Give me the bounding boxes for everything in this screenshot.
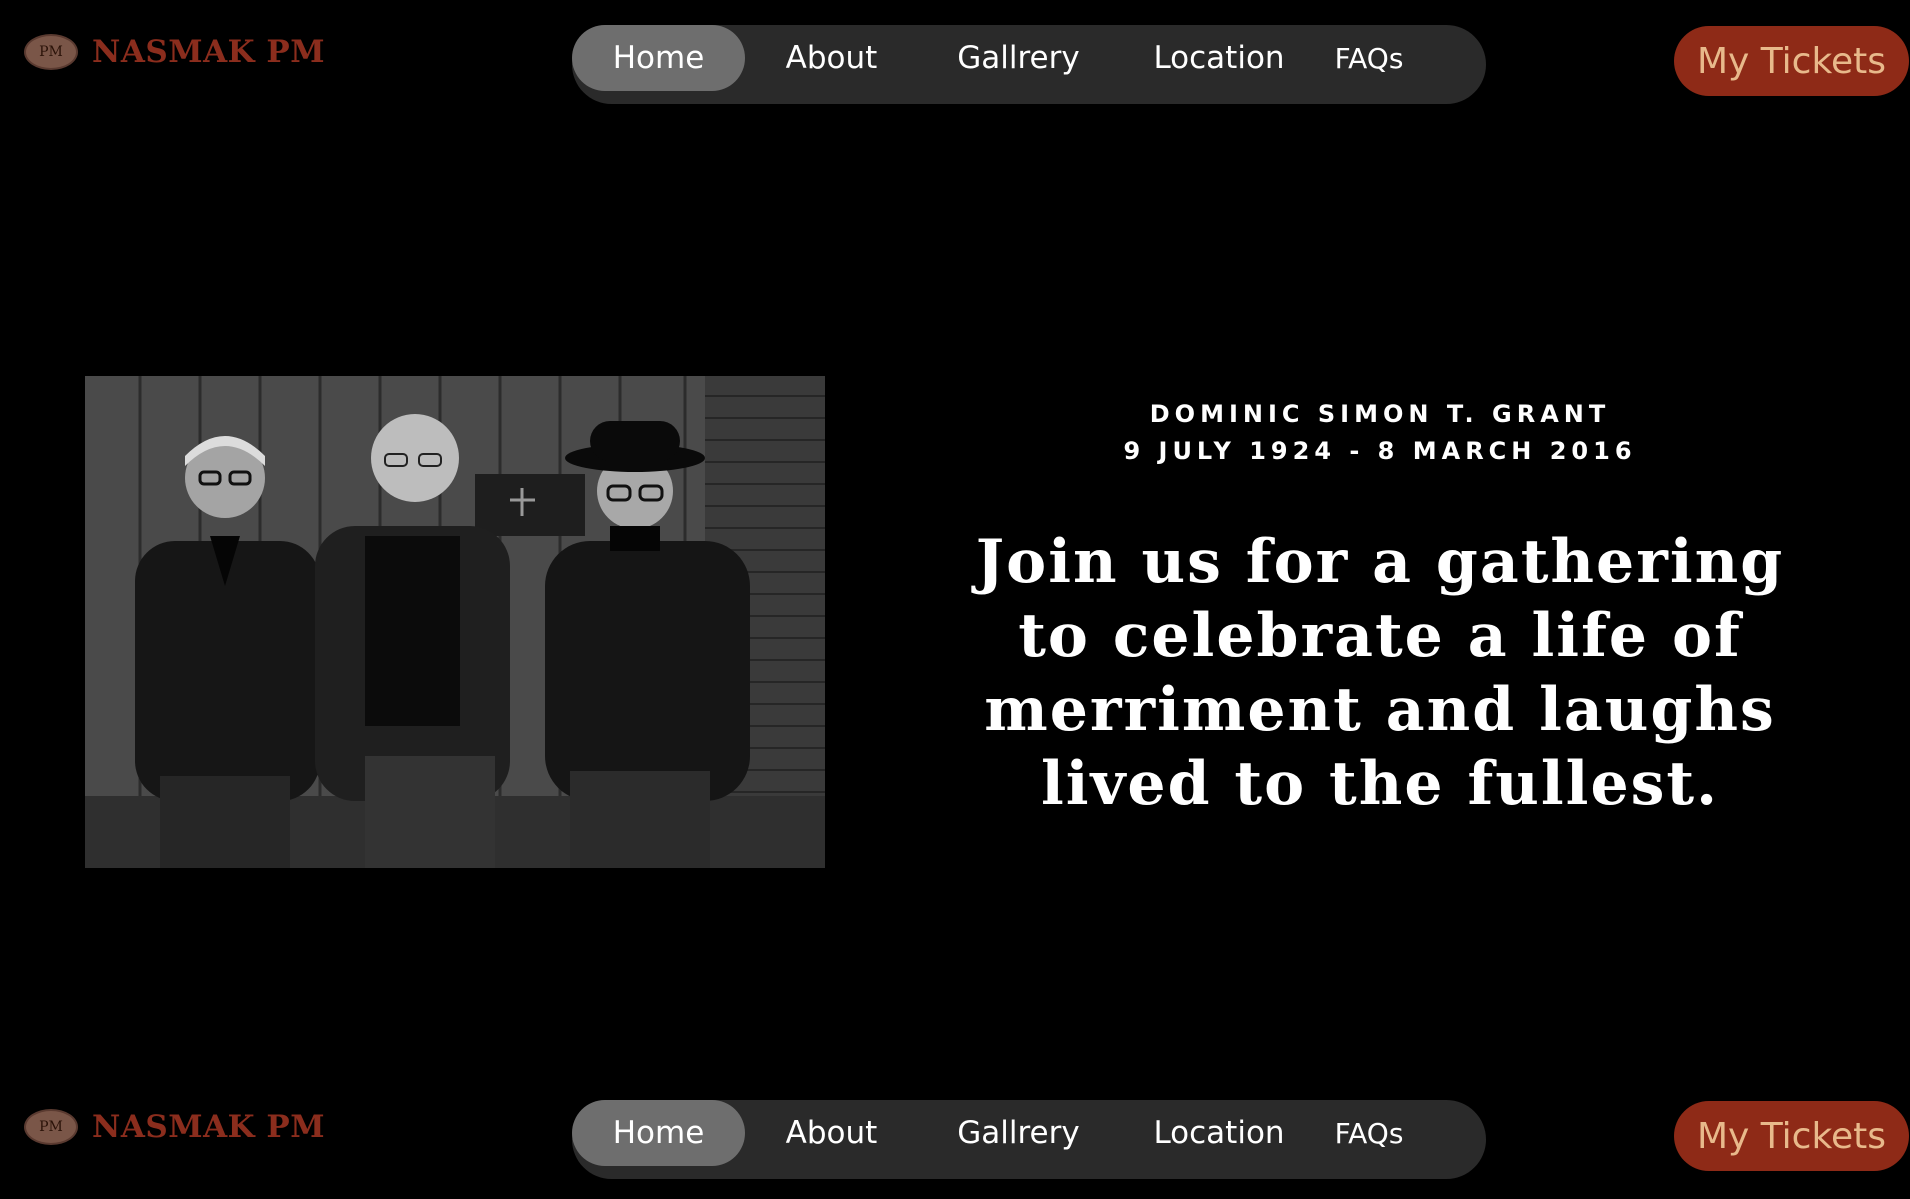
top-navigation-bar: PM NASMAK PM Home About Gallrery Locatio… xyxy=(0,14,1910,124)
deceased-name: DOMINIC SIMON T. GRANT xyxy=(1149,400,1611,428)
nav-item-home[interactable]: Home xyxy=(572,25,745,91)
nav-item-gallery[interactable]: Gallrery xyxy=(918,1100,1119,1166)
headline-line: lived to the fullest. xyxy=(1040,749,1720,819)
brand-name: NASMAK PM xyxy=(92,1109,326,1145)
nav-item-about[interactable]: About xyxy=(745,1100,918,1166)
main-nav: Home About Gallrery Location FAQs xyxy=(572,1100,1486,1179)
photo-illustration xyxy=(85,376,825,868)
bottom-navigation-bar: PM NASMAK PM Home About Gallrery Locatio… xyxy=(0,1089,1910,1199)
nav-item-home[interactable]: Home xyxy=(572,1100,745,1166)
headline-line: Join us for a gathering xyxy=(975,527,1785,597)
my-tickets-button[interactable]: My Tickets xyxy=(1674,26,1909,96)
brand-name: NASMAK PM xyxy=(92,34,326,70)
memorial-hero-text: DOMINIC SIMON T. GRANT 9 JULY 1924 - 8 M… xyxy=(960,396,1800,821)
main-nav: Home About Gallrery Location FAQs xyxy=(572,25,1486,104)
nav-item-location[interactable]: Location xyxy=(1119,25,1319,91)
memorial-photo xyxy=(85,376,825,868)
brand-logo[interactable]: PM NASMAK PM xyxy=(24,32,325,72)
headline-line: merriment and laughs xyxy=(984,675,1776,745)
nav-item-location[interactable]: Location xyxy=(1119,1100,1319,1166)
logo-badge-icon: PM xyxy=(24,1109,78,1145)
life-dates: 9 JULY 1924 - 8 MARCH 2016 xyxy=(1123,437,1637,465)
nav-item-faqs[interactable]: FAQs xyxy=(1319,1100,1419,1166)
logo-badge-icon: PM xyxy=(24,34,78,70)
headline-line: to celebrate a life of xyxy=(1018,601,1742,671)
nav-item-gallery[interactable]: Gallrery xyxy=(918,25,1119,91)
hero-headline: Join us for a gathering to celebrate a l… xyxy=(960,525,1800,821)
nav-item-faqs[interactable]: FAQs xyxy=(1319,25,1419,91)
brand-logo[interactable]: PM NASMAK PM xyxy=(24,1107,325,1147)
nav-item-about[interactable]: About xyxy=(745,25,918,91)
my-tickets-button[interactable]: My Tickets xyxy=(1674,1101,1909,1171)
